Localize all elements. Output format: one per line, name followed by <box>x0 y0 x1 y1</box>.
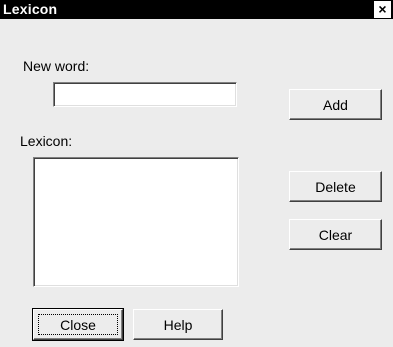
add-button[interactable]: Add <box>289 89 382 120</box>
title-bar[interactable]: Lexicon × <box>0 0 393 19</box>
new-word-input[interactable] <box>56 85 234 104</box>
delete-button[interactable]: Delete <box>289 171 382 202</box>
delete-button-label: Delete <box>315 178 356 195</box>
close-icon[interactable]: × <box>374 1 391 18</box>
close-button[interactable]: Close <box>32 308 124 341</box>
help-button-label: Help <box>163 316 193 333</box>
clear-button[interactable]: Clear <box>289 219 382 250</box>
help-button[interactable]: Help <box>133 309 223 340</box>
lexicon-dialog: Lexicon × New word: Add Lexicon: Delete … <box>0 0 393 347</box>
add-button-label: Add <box>323 96 348 113</box>
lexicon-list[interactable] <box>33 157 239 287</box>
clear-button-label: Clear <box>318 226 353 243</box>
close-button-label: Close <box>60 316 96 333</box>
lexicon-label: Lexicon: <box>20 133 73 149</box>
new-word-field[interactable] <box>53 82 237 107</box>
window-title: Lexicon <box>3 1 58 17</box>
new-word-label: New word: <box>23 58 90 74</box>
